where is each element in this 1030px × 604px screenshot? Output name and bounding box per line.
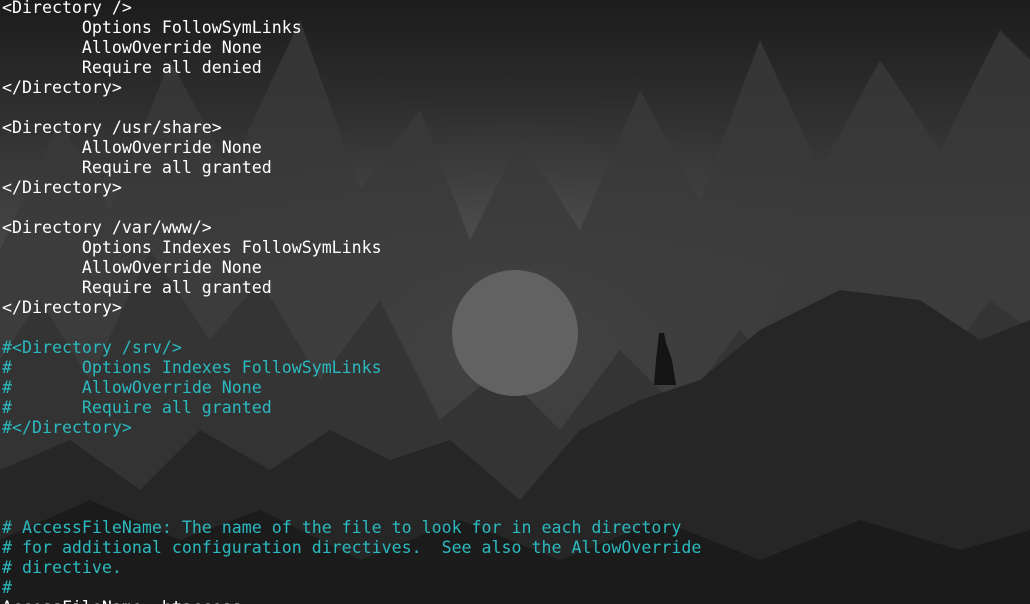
comment-line: # directive. <box>2 558 122 577</box>
config-line: </Directory> <box>2 298 122 317</box>
comment-line: # Require all granted <box>2 398 272 417</box>
config-line: <Directory /> <box>2 0 132 17</box>
config-line: Options Indexes FollowSymLinks <box>2 238 382 257</box>
comment-line: # <box>2 578 12 597</box>
config-line: AllowOverride None <box>2 258 262 277</box>
comment-line: #<Directory /srv/> <box>2 338 182 357</box>
terminal-text-area[interactable]: <Directory /> Options FollowSymLinks All… <box>2 0 701 604</box>
comment-line: # for additional configuration directive… <box>2 538 702 557</box>
config-line: Options FollowSymLinks <box>2 18 302 37</box>
config-line: </Directory> <box>2 78 122 97</box>
terminal-window[interactable]: <Directory /> Options FollowSymLinks All… <box>0 0 1030 604</box>
config-line: </Directory> <box>2 178 122 197</box>
config-line: <Directory /usr/share> <box>2 118 222 137</box>
comment-line: # AccessFileName: The name of the file t… <box>2 518 682 537</box>
config-line: AccessFileName .htaccess <box>2 598 701 604</box>
config-line: Require all granted <box>2 278 272 297</box>
comment-line: # Options Indexes FollowSymLinks <box>2 358 382 377</box>
config-line: Require all granted <box>2 158 272 177</box>
comment-line: #</Directory> <box>2 418 132 437</box>
config-line: AllowOverride None <box>2 38 262 57</box>
config-line: <Directory /var/www/> <box>2 218 212 237</box>
config-line: Require all denied <box>2 58 262 77</box>
config-line: AllowOverride None <box>2 138 262 157</box>
comment-line: # AllowOverride None <box>2 378 262 397</box>
